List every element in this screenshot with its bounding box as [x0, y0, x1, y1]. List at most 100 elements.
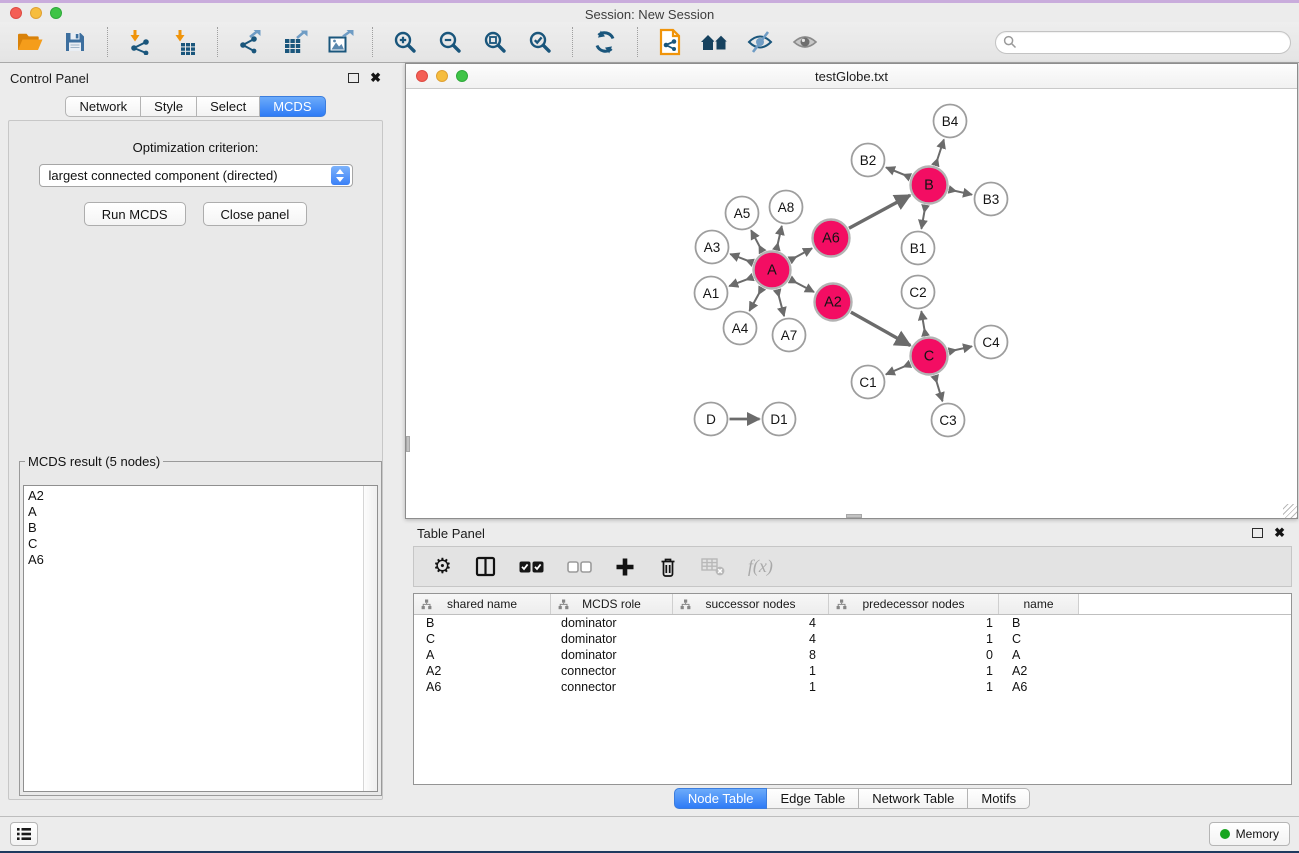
tab-network[interactable]: Network	[65, 96, 141, 117]
graph-node-C[interactable]: C	[911, 338, 948, 375]
graph-node-A2[interactable]: A2	[815, 284, 852, 321]
table-cell[interactable]: 0	[829, 647, 999, 663]
graph-edge-C-C1[interactable]	[886, 364, 910, 374]
graph-edge-C-C3[interactable]	[935, 376, 943, 402]
table-cell[interactable]: 1	[673, 679, 829, 695]
task-history-button[interactable]	[10, 822, 38, 846]
open-session-button[interactable]	[14, 26, 46, 58]
network-canvas[interactable]: B4B2BB3A8A5A6A3B1AC2A1A2A4A7C4CC1C3DD1	[406, 89, 1297, 518]
search-input[interactable]	[1017, 33, 1290, 51]
graph-node-A1[interactable]: A1	[695, 277, 728, 310]
table-row[interactable]: Bdominator41B	[414, 615, 1291, 631]
graph-edge-A-A5[interactable]	[751, 230, 762, 252]
table-cell[interactable]: 4	[673, 631, 829, 647]
graph-edge-B-B3[interactable]	[949, 190, 972, 195]
table-cell[interactable]: A6	[999, 679, 1079, 695]
graph-edge-A-A2[interactable]	[790, 280, 814, 293]
table-cell[interactable]: dominator	[551, 631, 673, 647]
graph-node-C4[interactable]: C4	[975, 326, 1008, 359]
column-header-shared-name[interactable]: shared name	[414, 594, 551, 614]
tab-network-table[interactable]: Network Table	[859, 788, 968, 809]
table-cell[interactable]: 1	[673, 663, 829, 679]
window-resize-grip[interactable]	[1283, 504, 1297, 518]
graph-edge-A-A8[interactable]	[776, 226, 781, 250]
column-header-predecessor-nodes[interactable]: predecessor nodes	[829, 594, 999, 614]
graph-edge-A-A3[interactable]	[730, 254, 753, 263]
table-cell[interactable]: 4	[673, 615, 829, 631]
graph-node-B1[interactable]: B1	[902, 232, 935, 265]
table-cell[interactable]: connector	[551, 663, 673, 679]
table-cell[interactable]: dominator	[551, 615, 673, 631]
new-network-from-selection-button[interactable]	[654, 26, 686, 58]
tab-motifs[interactable]: Motifs	[968, 788, 1030, 809]
graph-node-A8[interactable]: A8	[770, 191, 803, 224]
table-cell[interactable]: 1	[829, 663, 999, 679]
mcds-result-item[interactable]: B	[28, 520, 363, 536]
function-builder-button[interactable]: f(x)	[748, 556, 773, 577]
table-cell[interactable]: C	[414, 631, 551, 647]
table-row[interactable]: A6connector11A6	[414, 679, 1291, 695]
memory-button[interactable]: Memory	[1209, 822, 1290, 846]
graph-node-A4[interactable]: A4	[724, 312, 757, 345]
graph-node-C3[interactable]: C3	[932, 404, 965, 437]
mcds-result-item[interactable]: A2	[28, 488, 363, 504]
select-all-columns-button[interactable]	[519, 561, 544, 573]
graph-edge-A-A1[interactable]	[729, 277, 753, 286]
run-mcds-button[interactable]: Run MCDS	[84, 202, 186, 226]
tab-mcds[interactable]: MCDS	[260, 96, 325, 117]
import-network-button[interactable]	[124, 26, 156, 58]
graph-edge-B-B2[interactable]	[886, 167, 910, 177]
table-cell[interactable]: A2	[999, 663, 1079, 679]
splitter-grip[interactable]	[406, 436, 410, 452]
table-cell[interactable]: 1	[829, 631, 999, 647]
export-table-button[interactable]	[279, 26, 311, 58]
float-panel-icon[interactable]	[1252, 528, 1263, 538]
table-cell[interactable]: A	[999, 647, 1079, 663]
graph-node-A6[interactable]: A6	[813, 220, 850, 257]
table-cell[interactable]: 1	[829, 615, 999, 631]
graph-edge-A-A4[interactable]	[749, 288, 762, 311]
delete-columns-button[interactable]	[658, 556, 678, 578]
graph-node-B2[interactable]: B2	[852, 144, 885, 177]
graph-edge-B-B1[interactable]	[921, 205, 925, 229]
graph-node-A5[interactable]: A5	[726, 197, 759, 230]
save-session-button[interactable]	[59, 26, 91, 58]
deselect-all-columns-button[interactable]	[567, 561, 592, 573]
table-row[interactable]: A2connector11A2	[414, 663, 1291, 679]
table-cell[interactable]: dominator	[551, 647, 673, 663]
table-cell[interactable]: connector	[551, 679, 673, 695]
tab-select[interactable]: Select	[197, 96, 260, 117]
show-all-button[interactable]	[789, 26, 821, 58]
zoom-out-button[interactable]	[434, 26, 466, 58]
close-panel-button[interactable]: Close panel	[203, 202, 308, 226]
column-header-name[interactable]: name	[999, 594, 1079, 614]
graph-node-B4[interactable]: B4	[934, 105, 967, 138]
table-options-button[interactable]: ⚙	[433, 557, 452, 577]
hide-selected-button[interactable]	[744, 26, 776, 58]
search-field[interactable]	[995, 31, 1291, 54]
create-new-column-button[interactable]	[615, 557, 635, 577]
graph-edge-A2-C[interactable]	[851, 312, 910, 345]
table-cell[interactable]: C	[999, 631, 1079, 647]
graph-node-C2[interactable]: C2	[902, 276, 935, 309]
table-row[interactable]: Adominator80A	[414, 647, 1291, 663]
graph-edge-C-C2[interactable]	[921, 311, 925, 336]
graph-node-C1[interactable]: C1	[852, 366, 885, 399]
table-cell[interactable]: A	[414, 647, 551, 663]
table-cell[interactable]: A6	[414, 679, 551, 695]
mcds-result-item[interactable]: C	[28, 536, 363, 552]
first-neighbors-button[interactable]	[699, 26, 731, 58]
graph-node-A[interactable]: A	[754, 252, 791, 289]
show-column-panel-button[interactable]	[475, 556, 496, 577]
graph-edge-A6-B[interactable]	[849, 195, 910, 228]
graph-node-D1[interactable]: D1	[763, 403, 796, 436]
zoom-selected-button[interactable]	[524, 26, 556, 58]
export-network-button[interactable]	[234, 26, 266, 58]
splitter-grip[interactable]	[846, 514, 862, 518]
close-panel-icon[interactable]: ✖	[370, 73, 381, 83]
tab-node-table[interactable]: Node Table	[674, 788, 768, 809]
graph-edge-C-C4[interactable]	[949, 346, 972, 351]
graph-edge-B-B4[interactable]	[935, 140, 944, 166]
tab-style[interactable]: Style	[141, 96, 197, 117]
table-cell[interactable]: A2	[414, 663, 551, 679]
